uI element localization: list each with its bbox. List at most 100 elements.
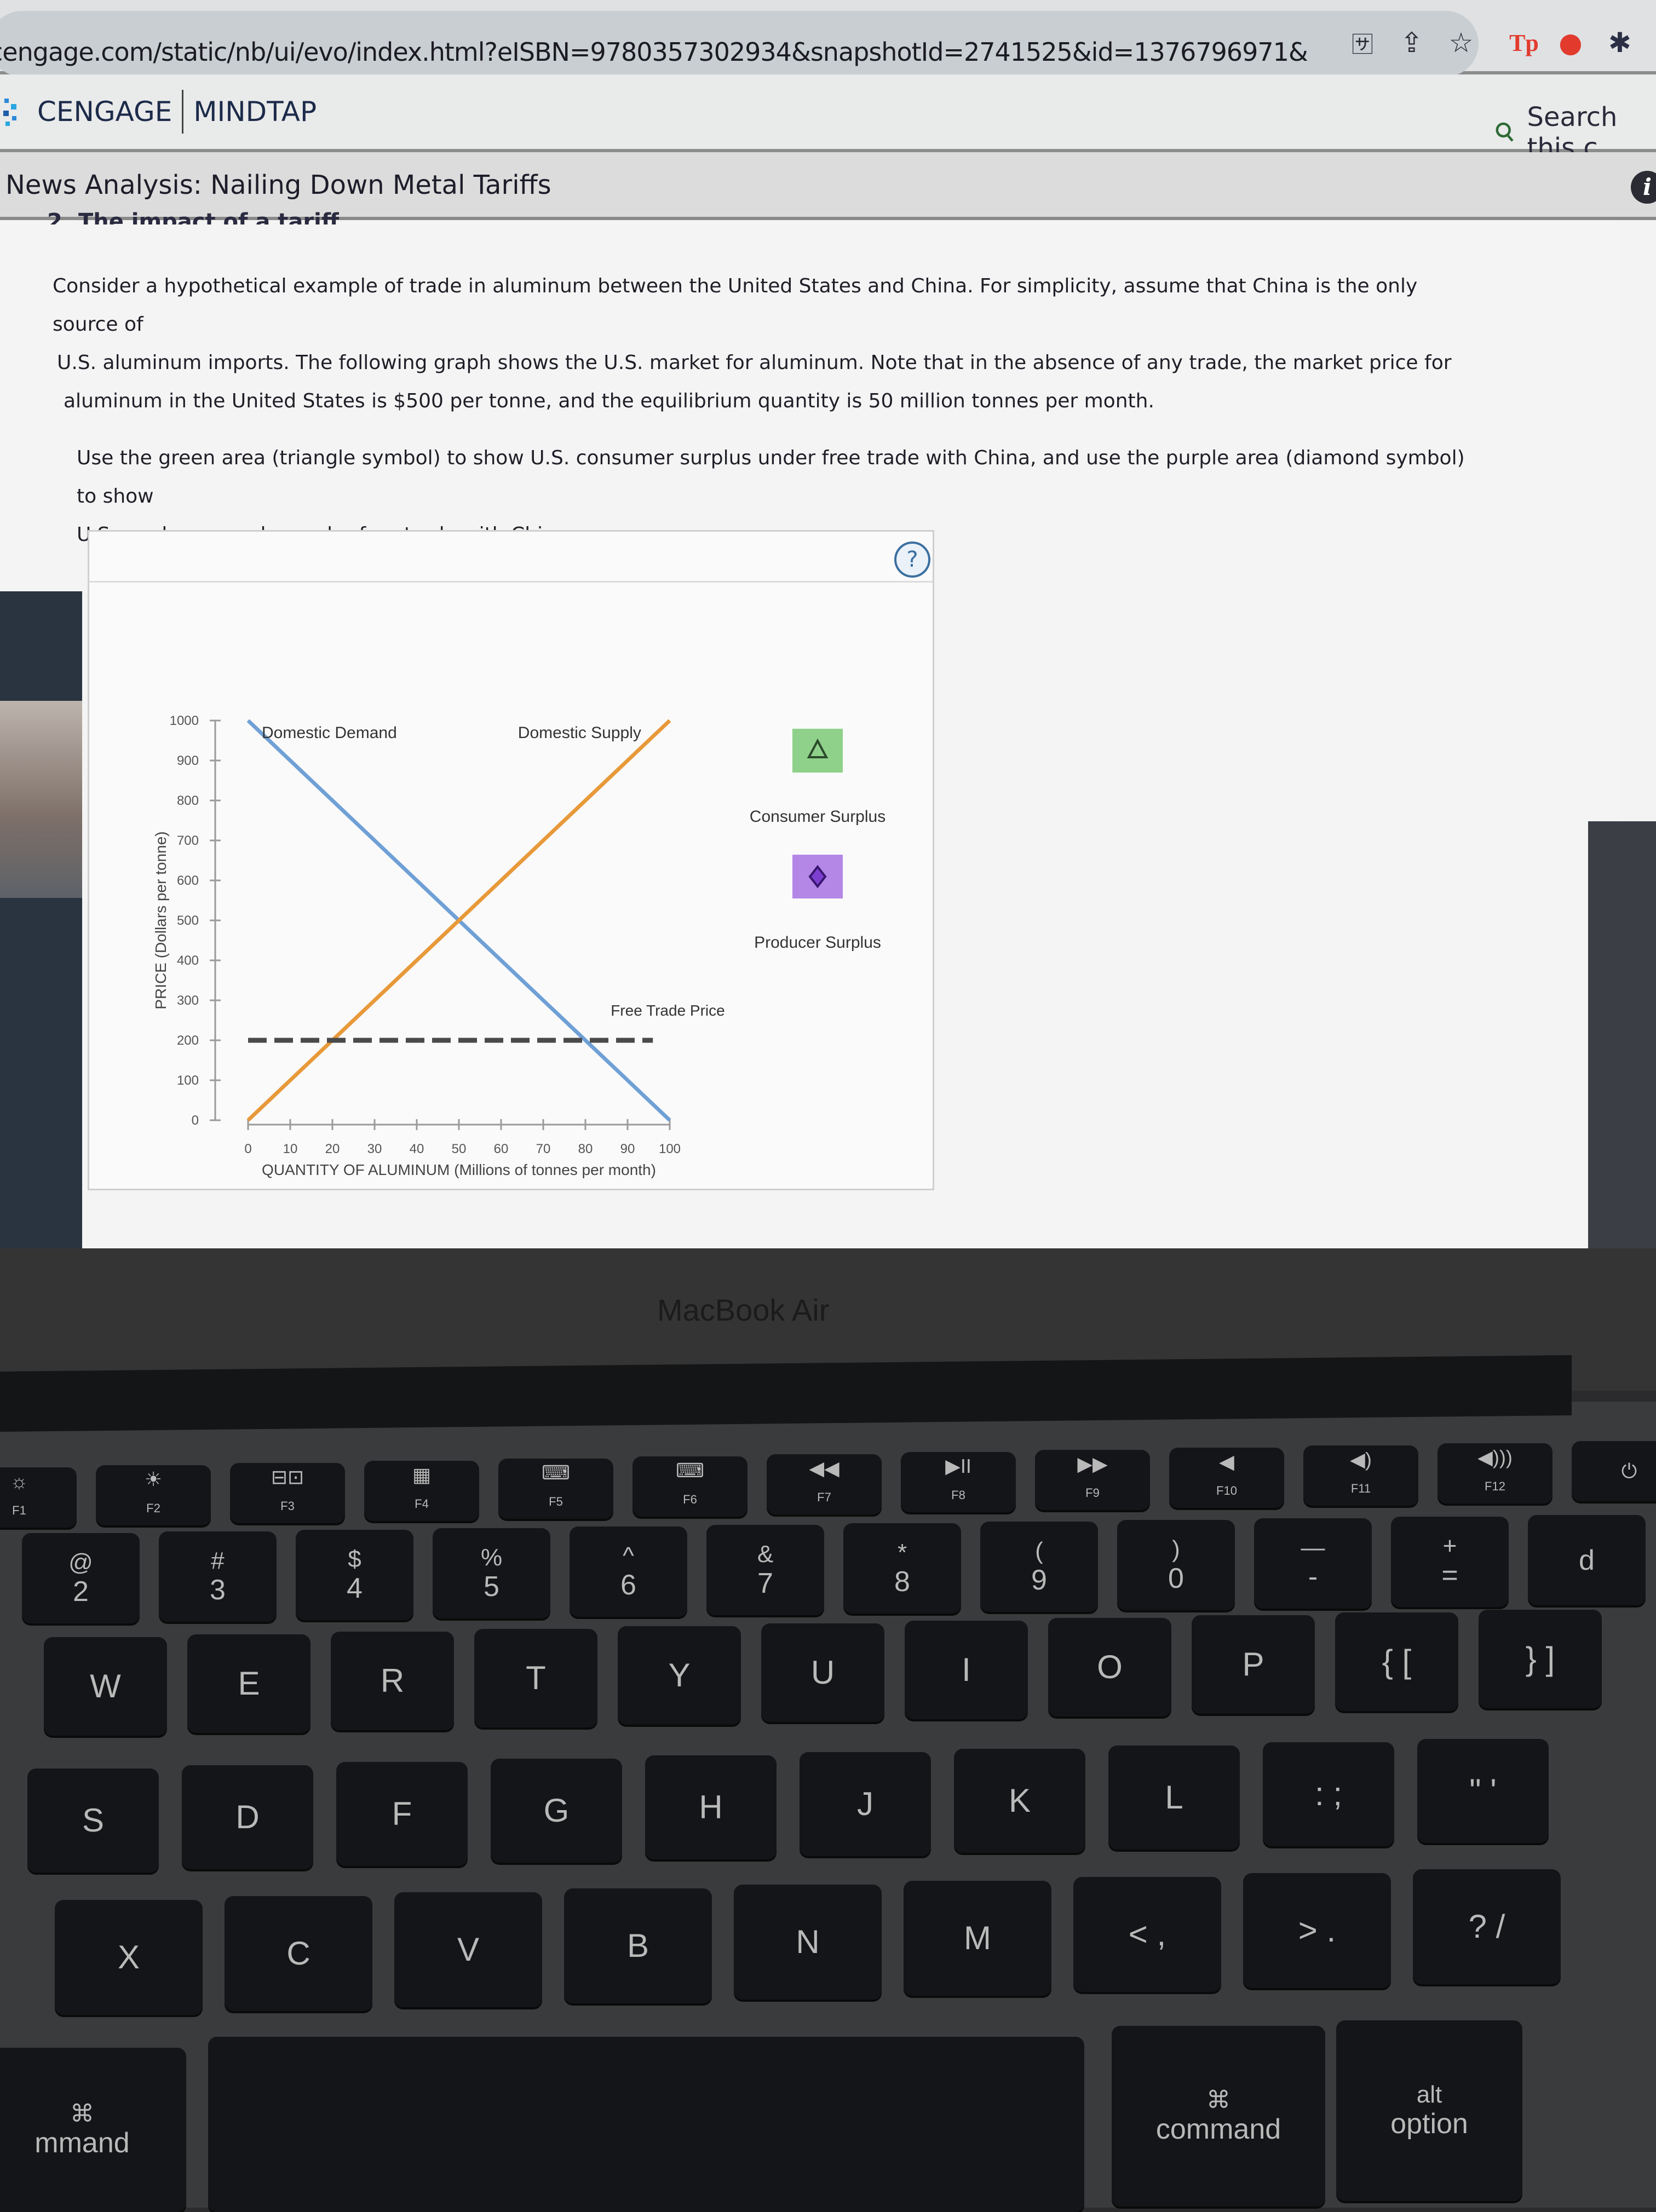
number-key[interactable]: #3 bbox=[159, 1531, 277, 1622]
supply-demand-chart[interactable]: 0 100 200 300 400 500 600 700 800 900 1000 0 10 20 30 4… bbox=[89, 584, 933, 1186]
number-key[interactable]: d bbox=[1528, 1515, 1646, 1605]
key-legend: 7 bbox=[757, 1567, 773, 1599]
fn-key[interactable]: ⌨ F6 bbox=[633, 1456, 748, 1517]
key-legend: F7 bbox=[817, 1490, 831, 1504]
letter-key[interactable]: H bbox=[645, 1755, 777, 1859]
key-legend: B bbox=[626, 1927, 649, 1964]
letter-key[interactable]: D bbox=[182, 1765, 313, 1869]
left-command-key[interactable]: ⌘ mmand bbox=[0, 2048, 186, 2212]
y-tick-label: 1000 bbox=[170, 713, 199, 728]
letter-key[interactable]: E bbox=[187, 1634, 311, 1733]
key-legend: Y bbox=[668, 1657, 691, 1693]
url-text[interactable]: cengage.com/static/nb/ui/evo/index.html?… bbox=[0, 37, 1308, 67]
letter-key[interactable]: X bbox=[55, 1900, 203, 2015]
number-key[interactable]: % 5 bbox=[433, 1528, 550, 1618]
key-top-legend: alt bbox=[1416, 2081, 1442, 2108]
fn-key[interactable]: ▦ F4 bbox=[364, 1461, 479, 1521]
background-window-photo bbox=[0, 701, 82, 898]
help-button[interactable]: ? bbox=[894, 542, 930, 578]
fn-key[interactable]: ☼ F1 bbox=[0, 1467, 77, 1528]
letter-key[interactable]: S bbox=[27, 1769, 159, 1873]
letter-key[interactable]: U bbox=[761, 1623, 884, 1722]
letter-key[interactable]: { [ bbox=[1335, 1612, 1458, 1711]
info-icon[interactable]: i bbox=[1631, 171, 1656, 204]
right-option-key[interactable]: alt option bbox=[1336, 2020, 1522, 2201]
extension-red-icon[interactable]: ● bbox=[1555, 27, 1586, 59]
fn-key[interactable]: ◀◀ F7 bbox=[767, 1454, 882, 1514]
letter-key[interactable]: T bbox=[474, 1629, 597, 1727]
number-key[interactable]: * 8 bbox=[843, 1523, 961, 1614]
letter-key[interactable]: } ] bbox=[1479, 1610, 1602, 1708]
number-key[interactable]: $4 bbox=[296, 1530, 413, 1620]
extensions-puzzle-icon[interactable]: ✱ bbox=[1605, 27, 1635, 59]
letter-key[interactable]: N bbox=[734, 1885, 882, 2000]
x-axis-title: QUANTITY OF ALUMINUM (Millions of tonnes… bbox=[262, 1161, 656, 1178]
address-bar[interactable]: cengage.com/static/nb/ui/evo/index.html?… bbox=[0, 11, 1479, 77]
letter-key[interactable]: M bbox=[904, 1881, 1051, 1996]
number-key[interactable]: @2 bbox=[22, 1533, 140, 1623]
x-tick-label: 20 bbox=[325, 1142, 340, 1156]
intro-line: aluminum in the United States is $500 pe… bbox=[64, 390, 1154, 412]
number-key[interactable]: & 7 bbox=[706, 1525, 824, 1615]
letter-key[interactable]: : ; bbox=[1263, 1742, 1394, 1846]
letter-key[interactable]: O bbox=[1048, 1618, 1171, 1716]
letter-key[interactable]: W bbox=[44, 1637, 167, 1736]
fn-key[interactable]: ⊟⊡ F3 bbox=[230, 1463, 345, 1523]
letter-key[interactable]: ? / bbox=[1413, 1869, 1561, 1984]
number-key[interactable]: ^ 6 bbox=[570, 1526, 687, 1617]
letter-key[interactable]: R bbox=[331, 1632, 454, 1730]
key-legend: > . bbox=[1298, 1912, 1336, 1949]
right-command-key[interactable]: ⌘ command bbox=[1112, 2026, 1325, 2207]
extension-tp-icon[interactable]: Tp bbox=[1509, 27, 1539, 58]
letter-key[interactable]: V bbox=[394, 1892, 542, 2007]
fn-key[interactable]: ▶▶ F9 bbox=[1035, 1450, 1150, 1510]
letter-key[interactable]: < , bbox=[1073, 1877, 1221, 1992]
key-top-legend: — bbox=[1301, 1534, 1325, 1561]
browser-toolbar: cengage.com/static/nb/ui/evo/index.html?… bbox=[0, 0, 1656, 77]
fn-key[interactable]: ▶II F8 bbox=[901, 1452, 1016, 1512]
number-key[interactable]: — - bbox=[1254, 1518, 1372, 1609]
number-key[interactable]: + = bbox=[1391, 1517, 1509, 1607]
key-top-legend: ^ bbox=[623, 1542, 634, 1569]
fn-key[interactable]: ◀))) F12 bbox=[1438, 1443, 1553, 1504]
letter-key[interactable]: B bbox=[564, 1888, 712, 2003]
key-top-legend: ▶▶ bbox=[1077, 1453, 1108, 1475]
fn-key[interactable]: ⏻ bbox=[1572, 1441, 1656, 1501]
letter-key[interactable]: " ' bbox=[1417, 1739, 1549, 1843]
letter-key[interactable]: K bbox=[954, 1749, 1085, 1853]
key-top-legend: $ bbox=[348, 1545, 361, 1572]
letter-key[interactable]: P bbox=[1192, 1615, 1315, 1714]
key-top-legend: # bbox=[211, 1547, 225, 1574]
label-domestic-supply: Domestic Supply bbox=[518, 724, 641, 742]
letter-key[interactable]: L bbox=[1108, 1746, 1240, 1850]
fn-key[interactable]: ☀ F2 bbox=[96, 1465, 211, 1525]
letter-key[interactable]: J bbox=[800, 1752, 931, 1856]
letter-key[interactable]: C bbox=[225, 1896, 372, 2011]
fn-key[interactable]: ⌨ F5 bbox=[498, 1459, 613, 1519]
letter-key[interactable]: Y bbox=[618, 1626, 741, 1725]
bookmark-star-icon[interactable]: ☆ bbox=[1446, 27, 1476, 59]
letter-key[interactable]: F bbox=[336, 1762, 468, 1866]
number-key[interactable]: (9 bbox=[980, 1522, 1098, 1612]
logo-divider bbox=[182, 90, 184, 134]
cengage-mindtap-logo[interactable]: CENGAGE MINDTAP bbox=[0, 90, 317, 134]
key-legend: 0 bbox=[1168, 1562, 1184, 1594]
key-top-legend: ◀ bbox=[1219, 1450, 1234, 1473]
key-legend: = bbox=[1441, 1559, 1458, 1591]
legend-label: Consumer Surplus bbox=[750, 808, 886, 826]
letter-key[interactable]: I bbox=[905, 1621, 1028, 1719]
letter-key[interactable]: G bbox=[491, 1759, 622, 1863]
share-icon[interactable]: ⇪ bbox=[1396, 27, 1427, 59]
translate-icon[interactable]: 🈂 bbox=[1347, 27, 1378, 58]
fn-key[interactable]: ◀) F11 bbox=[1303, 1445, 1418, 1506]
background-window-edge-right bbox=[1588, 821, 1656, 1248]
key-top-legend: ⊟⊡ bbox=[271, 1466, 304, 1488]
chart-series bbox=[246, 719, 671, 1122]
y-tick-label: 700 bbox=[177, 833, 199, 848]
letter-key[interactable]: > . bbox=[1243, 1873, 1391, 1988]
space-bar[interactable] bbox=[208, 2037, 1084, 2212]
key-legend: P bbox=[1242, 1646, 1264, 1683]
number-key[interactable]: ) 0 bbox=[1117, 1520, 1235, 1610]
page-title: News Analysis: Nailing Down Metal Tariff… bbox=[5, 170, 551, 200]
fn-key[interactable]: ◀ F10 bbox=[1169, 1448, 1284, 1508]
